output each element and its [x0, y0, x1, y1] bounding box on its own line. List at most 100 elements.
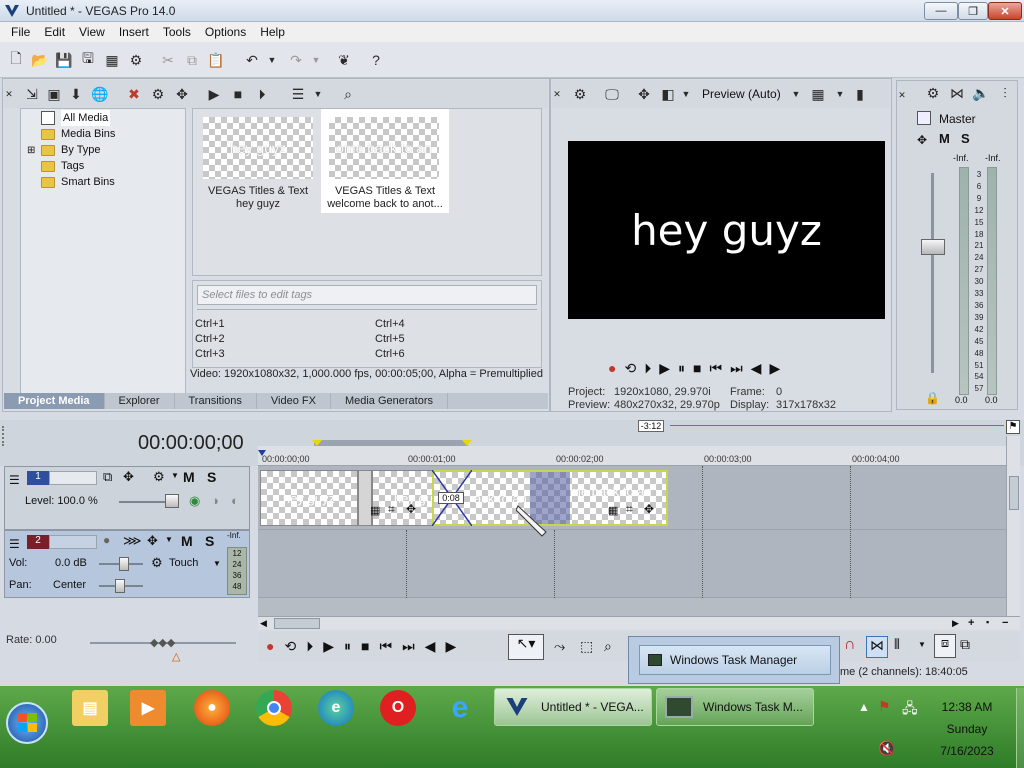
show-desktop-button[interactable] — [1016, 688, 1024, 768]
tree-tags[interactable]: Tags — [41, 158, 84, 174]
event-fx-icon[interactable]: ▦ — [370, 504, 380, 517]
go-to-start-icon[interactable]: ⏮ — [379, 638, 392, 655]
tab-transitions[interactable]: Transitions — [175, 393, 257, 409]
snapping-icon[interactable]: ∩ — [844, 636, 856, 654]
start-button[interactable] — [6, 702, 48, 744]
downmix-icon[interactable]: ⋈ — [947, 83, 967, 103]
redo-icon[interactable]: ↷ — [286, 50, 306, 70]
record-icon[interactable]: ● — [266, 638, 274, 655]
tree-media-bins[interactable]: Media Bins — [41, 126, 115, 142]
render-icon[interactable]: ▦ — [102, 50, 122, 70]
preview-properties-icon[interactable]: ⚙ — [570, 84, 590, 104]
expand-icon[interactable]: ⊞ — [27, 145, 35, 156]
auto-crossfade-icon[interactable]: ⋈ — [866, 636, 888, 658]
close-button[interactable]: ✕ — [988, 2, 1022, 20]
pause-icon[interactable]: ⏸ — [344, 638, 351, 655]
plugin-icon[interactable]: ❦ — [334, 50, 354, 70]
audio-track-lane[interactable] — [258, 530, 1006, 598]
remove-icon[interactable]: ✖ — [124, 84, 144, 104]
ripple-edit-icon[interactable]: ⫴ — [894, 636, 900, 653]
automation-dropdown-icon[interactable]: ▼ — [213, 559, 221, 568]
collapse-icon[interactable]: ☰ — [9, 537, 20, 551]
audio-track-header[interactable]: ☰ 2 ● ⋙ ✥ ▼ M S -Inf. 12 24 36 48 Vol: 0.0 … — [4, 530, 250, 598]
previous-frame-icon[interactable]: ◀ — [425, 638, 436, 655]
envelope-tool-icon[interactable]: ⤳ — [554, 638, 565, 655]
undo-icon[interactable]: ↶ — [242, 50, 262, 70]
scroll-right-icon[interactable]: ▶ — [952, 618, 959, 629]
level-slider-thumb[interactable] — [165, 494, 179, 508]
tab-media-generators[interactable]: Media Generators — [331, 393, 448, 409]
preview-quality[interactable]: Preview (Auto) — [702, 87, 781, 101]
save-as-icon[interactable]: 🖫 — [78, 50, 98, 70]
split-screen-icon[interactable]: ✥ — [634, 84, 654, 104]
system-clock[interactable]: 12:38 AM Sunday 7/16/2023 — [930, 696, 1004, 762]
tag-shortcut[interactable]: Ctrl+6 — [375, 347, 405, 362]
undo-dropdown-icon[interactable]: ▼ — [262, 50, 282, 70]
redo-dropdown-icon[interactable]: ▼ — [306, 50, 326, 70]
tab-explorer[interactable]: Explorer — [105, 393, 175, 409]
views-icon[interactable]: ☰ — [288, 84, 308, 104]
tag-shortcut[interactable]: Ctrl+4 — [375, 317, 405, 332]
compositing-icon[interactable]: ⧉ — [103, 469, 112, 485]
external-monitor-icon[interactable]: 🖵 — [602, 84, 622, 104]
collapse-icon[interactable]: ☰ — [9, 473, 20, 487]
popup-task-manager[interactable]: Windows Task Manager — [639, 645, 831, 675]
file-explorer-icon[interactable]: ▤ — [72, 690, 108, 726]
master-fx-icon[interactable]: ⫶ — [995, 83, 1015, 103]
copy-icon[interactable]: ⧉ — [182, 50, 202, 70]
menu-view[interactable]: View — [72, 25, 112, 39]
event-crop-icon[interactable]: ⌗ — [388, 502, 395, 517]
volume-slider-thumb[interactable] — [119, 557, 129, 571]
menu-file[interactable]: File — [4, 25, 37, 39]
mute-button[interactable]: M — [939, 131, 950, 146]
import-media-icon[interactable]: ⇲ — [22, 84, 42, 104]
tag-shortcut[interactable]: Ctrl+2 — [195, 332, 225, 347]
normal-edit-tool-icon[interactable]: ↖▾ — [508, 634, 544, 660]
taskbar-vegas[interactable]: Untitled * - VEGA... — [494, 688, 652, 726]
preview-quality-dropdown-icon[interactable]: ▼ — [786, 84, 806, 104]
copy-snapshot-icon[interactable]: ▮ — [850, 84, 870, 104]
menu-help[interactable]: Help — [253, 25, 292, 39]
minimize-button[interactable]: — — [924, 2, 958, 20]
firefox-icon[interactable]: ● — [194, 690, 230, 726]
stop-icon[interactable]: ■ — [693, 360, 701, 376]
search-icon[interactable]: ⌕ — [338, 84, 358, 104]
fx-dropdown-icon[interactable]: ▼ — [165, 535, 173, 544]
opera-icon[interactable]: O — [380, 690, 416, 726]
zoom-menu-icon[interactable]: ▪ — [986, 617, 989, 627]
go-to-end-icon[interactable]: ⏭ — [402, 638, 415, 655]
menu-edit[interactable]: Edit — [37, 25, 72, 39]
save-icon[interactable]: 💾 — [54, 50, 74, 70]
media-player-icon[interactable]: ▶ — [130, 690, 166, 726]
split-view-icon[interactable]: ◧ — [658, 84, 678, 104]
video-clip[interactable]: hey gu — [372, 470, 434, 526]
web-media-icon[interactable]: 🌐 — [90, 84, 110, 104]
play-from-start-icon[interactable]: ⏵ — [644, 360, 651, 377]
event-fx-icon[interactable]: ▦ — [608, 504, 618, 517]
tag-input[interactable]: Select files to edit tags — [197, 285, 537, 305]
master-fader[interactable] — [921, 239, 945, 255]
vertical-scrollbar[interactable] — [1006, 436, 1020, 616]
views-dropdown-icon[interactable]: ▼ — [308, 84, 328, 104]
play-from-start-icon[interactable]: ⏵ — [306, 638, 313, 655]
marker-flag-icon[interactable]: ⚑ — [1006, 420, 1020, 434]
volume-muted-icon[interactable]: 🔇 — [878, 740, 895, 757]
horizontal-scroll-thumb[interactable] — [274, 618, 320, 629]
go-to-end-icon[interactable]: ⏭ — [730, 360, 743, 377]
video-track-header[interactable]: ☰ 1 ⧉ ✥ ⚙ ▼ M S Level: 100.0 % ◉ ◑ ◐ — [4, 466, 250, 530]
vertical-scroll-thumb[interactable] — [1009, 476, 1019, 510]
menu-tools[interactable]: Tools — [156, 25, 198, 39]
stop-icon[interactable]: ■ — [361, 638, 369, 655]
taskbar-task-manager[interactable]: Windows Task M... — [656, 688, 814, 726]
track-solo-button[interactable]: S — [205, 533, 214, 549]
tag-shortcut[interactable]: Ctrl+5 — [375, 332, 405, 347]
show-hidden-icons-icon[interactable]: ▲ — [858, 700, 870, 714]
tab-video-fx[interactable]: Video FX — [257, 393, 331, 409]
horizontal-scrollbar[interactable]: ◀ ▶ + ▪ − — [258, 616, 1020, 630]
media-fx-icon[interactable]: ⚙ — [148, 84, 168, 104]
master-properties-icon[interactable]: ⚙ — [923, 83, 943, 103]
track-fx-icon[interactable]: ⚙ — [153, 469, 165, 485]
panel-close-icon[interactable]: ✕ — [897, 85, 907, 105]
media-item[interactable]: hey guyz VEGAS Titles & Text hey guyz — [195, 109, 313, 213]
track-solo-button[interactable]: S — [207, 469, 216, 485]
